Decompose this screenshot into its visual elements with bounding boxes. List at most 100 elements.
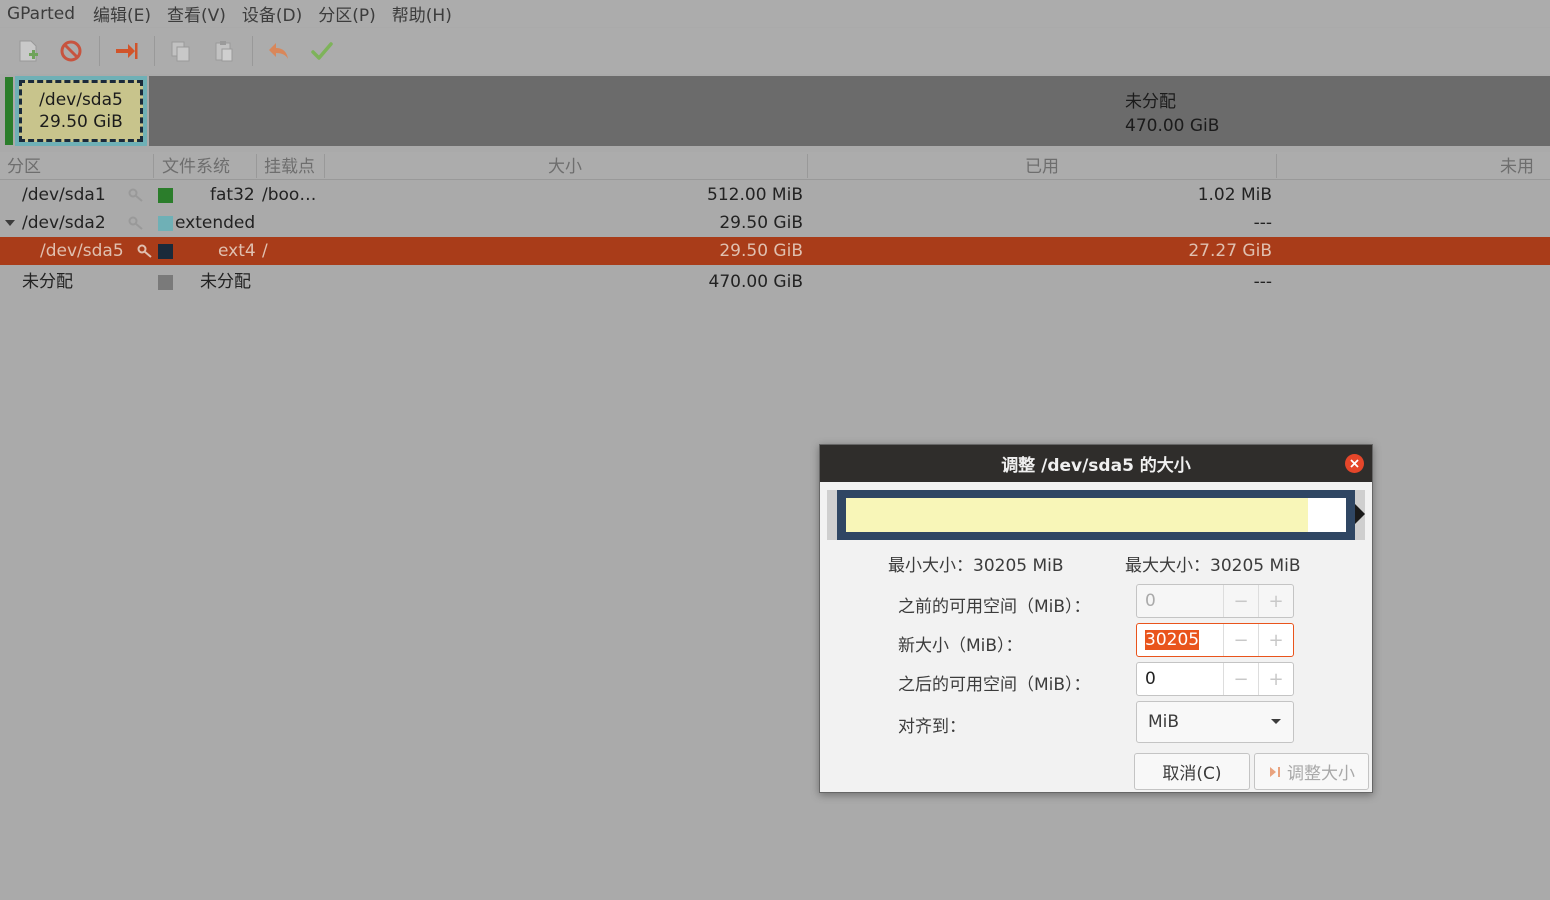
resize-move-button[interactable] — [108, 33, 144, 69]
table-row-sda5[interactable]: /dev/sda5 ext4 / 29.50 GiB 27.27 GiB — [0, 237, 1550, 265]
disk-map-extended[interactable]: /dev/sda5 29.50 GiB — [15, 76, 147, 146]
row-used: --- — [1253, 213, 1272, 233]
resize-handle-icon[interactable] — [1355, 504, 1365, 524]
row-filesystem: ext4 — [218, 241, 256, 261]
delete-button[interactable] — [53, 33, 89, 69]
new-size-label: 新大小（MiB）： — [898, 636, 1023, 656]
disk-map-sda5-size: 29.50 GiB — [39, 112, 123, 132]
filesystem-color-swatch — [158, 188, 173, 203]
toolbar-separator — [154, 36, 155, 66]
increment-button[interactable]: + — [1258, 663, 1293, 695]
resize-slider[interactable] — [827, 490, 1365, 540]
key-icon — [128, 188, 143, 202]
dialog-titlebar[interactable]: 调整 /dev/sda5 的大小 — [820, 445, 1372, 482]
filesystem-color-swatch — [158, 244, 173, 259]
free-after-label: 之后的可用空间（MiB）： — [898, 675, 1091, 695]
column-header-filesystem[interactable]: 文件系统 — [162, 152, 230, 180]
row-used: 27.27 GiB — [1188, 241, 1272, 261]
apply-icon — [311, 42, 333, 60]
row-filesystem: fat32 — [210, 185, 255, 205]
toolbar-separator — [99, 36, 100, 66]
disk-map: /dev/sda5 29.50 GiB 未分配 470.00 GiB — [0, 75, 1550, 147]
menu-app[interactable]: GParted — [0, 4, 85, 24]
increment-button[interactable]: + — [1258, 624, 1293, 656]
table-row-sda1[interactable]: /dev/sda1 fat32 /boo… 512.00 MiB 1.02 Mi… — [0, 181, 1550, 209]
free-after-value[interactable]: 0 — [1137, 663, 1223, 695]
apply-button[interactable] — [304, 33, 340, 69]
menu-help[interactable]: 帮助(H) — [384, 1, 460, 26]
resize-button-label: 调整大小 — [1287, 764, 1355, 784]
row-size: 29.50 GiB — [719, 241, 803, 261]
align-value: MiB — [1148, 712, 1180, 732]
cancel-button[interactable]: 取消(C) — [1134, 753, 1250, 790]
resize-dialog: 调整 /dev/sda5 的大小 最小大小：30205 MiB 最大大小：302… — [819, 444, 1373, 793]
column-header-used[interactable]: 已用 — [1025, 152, 1059, 180]
row-size: 470.00 GiB — [708, 272, 803, 292]
row-size: 29.50 GiB — [719, 213, 803, 233]
copy-icon — [171, 41, 190, 62]
column-header-size[interactable]: 大小 — [548, 152, 582, 180]
row-mountpoint: / — [262, 241, 268, 261]
resize-icon — [1270, 766, 1280, 777]
free-before-label: 之前的可用空间（MiB）： — [898, 597, 1091, 617]
menu-view[interactable]: 查看(V) — [159, 1, 234, 26]
new-size-input[interactable]: 30205 — [1137, 624, 1223, 656]
menu-edit[interactable]: 编辑(E) — [85, 1, 159, 26]
row-partition: /dev/sda2 — [22, 213, 106, 233]
disk-map-unallocated[interactable]: 未分配 470.00 GiB — [149, 76, 1550, 146]
column-header-unused[interactable]: 未用 — [1500, 152, 1534, 180]
row-used: 1.02 MiB — [1197, 185, 1272, 205]
key-icon — [128, 216, 143, 230]
increment-button[interactable]: + — [1258, 585, 1293, 617]
row-mountpoint: /boo… — [262, 185, 317, 205]
decrement-button[interactable]: − — [1223, 663, 1258, 695]
column-separator — [153, 154, 154, 178]
max-size-label: 最大大小：30205 MiB — [1125, 556, 1301, 576]
toolbar — [0, 28, 1550, 74]
free-before-value[interactable]: 0 — [1137, 585, 1223, 617]
disk-map-unallocated-label: 未分配 470.00 GiB — [1125, 90, 1219, 138]
align-label: 对齐到： — [898, 717, 966, 737]
used-space-fill — [846, 498, 1308, 532]
table-row-unallocated[interactable]: 未分配 未分配 470.00 GiB --- — [0, 268, 1550, 296]
new-partition-icon — [19, 40, 38, 62]
filesystem-color-swatch — [158, 275, 173, 290]
disk-map-sda5[interactable]: /dev/sda5 29.50 GiB — [19, 80, 143, 142]
toolbar-separator — [252, 36, 253, 66]
disk-map-unallocated-name: 未分配 — [1125, 92, 1176, 112]
new-partition-button[interactable] — [10, 33, 46, 69]
new-size-spinner[interactable]: 30205 − + — [1136, 623, 1294, 657]
disk-map-sda1[interactable] — [5, 77, 13, 145]
free-before-spinner[interactable]: 0 − + — [1136, 584, 1294, 618]
column-separator — [807, 154, 808, 178]
free-after-spinner[interactable]: 0 − + — [1136, 662, 1294, 696]
chevron-down-icon — [1271, 719, 1281, 724]
undo-button[interactable] — [261, 33, 297, 69]
decrement-button[interactable]: − — [1223, 624, 1258, 656]
table-row-sda2[interactable]: /dev/sda2 extended 29.50 GiB --- — [0, 209, 1550, 237]
delete-icon — [60, 40, 82, 62]
filesystem-color-swatch — [158, 216, 173, 231]
copy-button[interactable] — [163, 33, 199, 69]
undo-icon — [269, 43, 288, 59]
disk-map-sda5-name: /dev/sda5 — [39, 90, 123, 110]
menu-device[interactable]: 设备(D) — [234, 1, 310, 26]
menu-partition[interactable]: 分区(P) — [310, 1, 384, 26]
align-dropdown[interactable]: MiB — [1136, 701, 1294, 743]
resize-button[interactable]: 调整大小 — [1254, 753, 1369, 790]
row-size: 512.00 MiB — [707, 185, 803, 205]
key-icon — [137, 244, 152, 258]
resize-move-icon — [116, 43, 138, 59]
column-separator — [256, 154, 257, 178]
column-header-partition[interactable]: 分区 — [7, 152, 41, 180]
close-icon — [1350, 459, 1359, 468]
partition-frame[interactable] — [837, 490, 1355, 540]
column-header-mountpoint[interactable]: 挂载点 — [264, 152, 315, 180]
expander-icon[interactable] — [5, 220, 15, 228]
close-button[interactable] — [1345, 454, 1364, 473]
decrement-button[interactable]: − — [1223, 585, 1258, 617]
new-size-value: 30205 — [1145, 630, 1200, 650]
paste-button[interactable] — [206, 33, 242, 69]
partition-table-header: 分区 文件系统 挂载点 大小 已用 未用 — [0, 152, 1550, 180]
dialog-title: 调整 /dev/sda5 的大小 — [1001, 456, 1191, 476]
